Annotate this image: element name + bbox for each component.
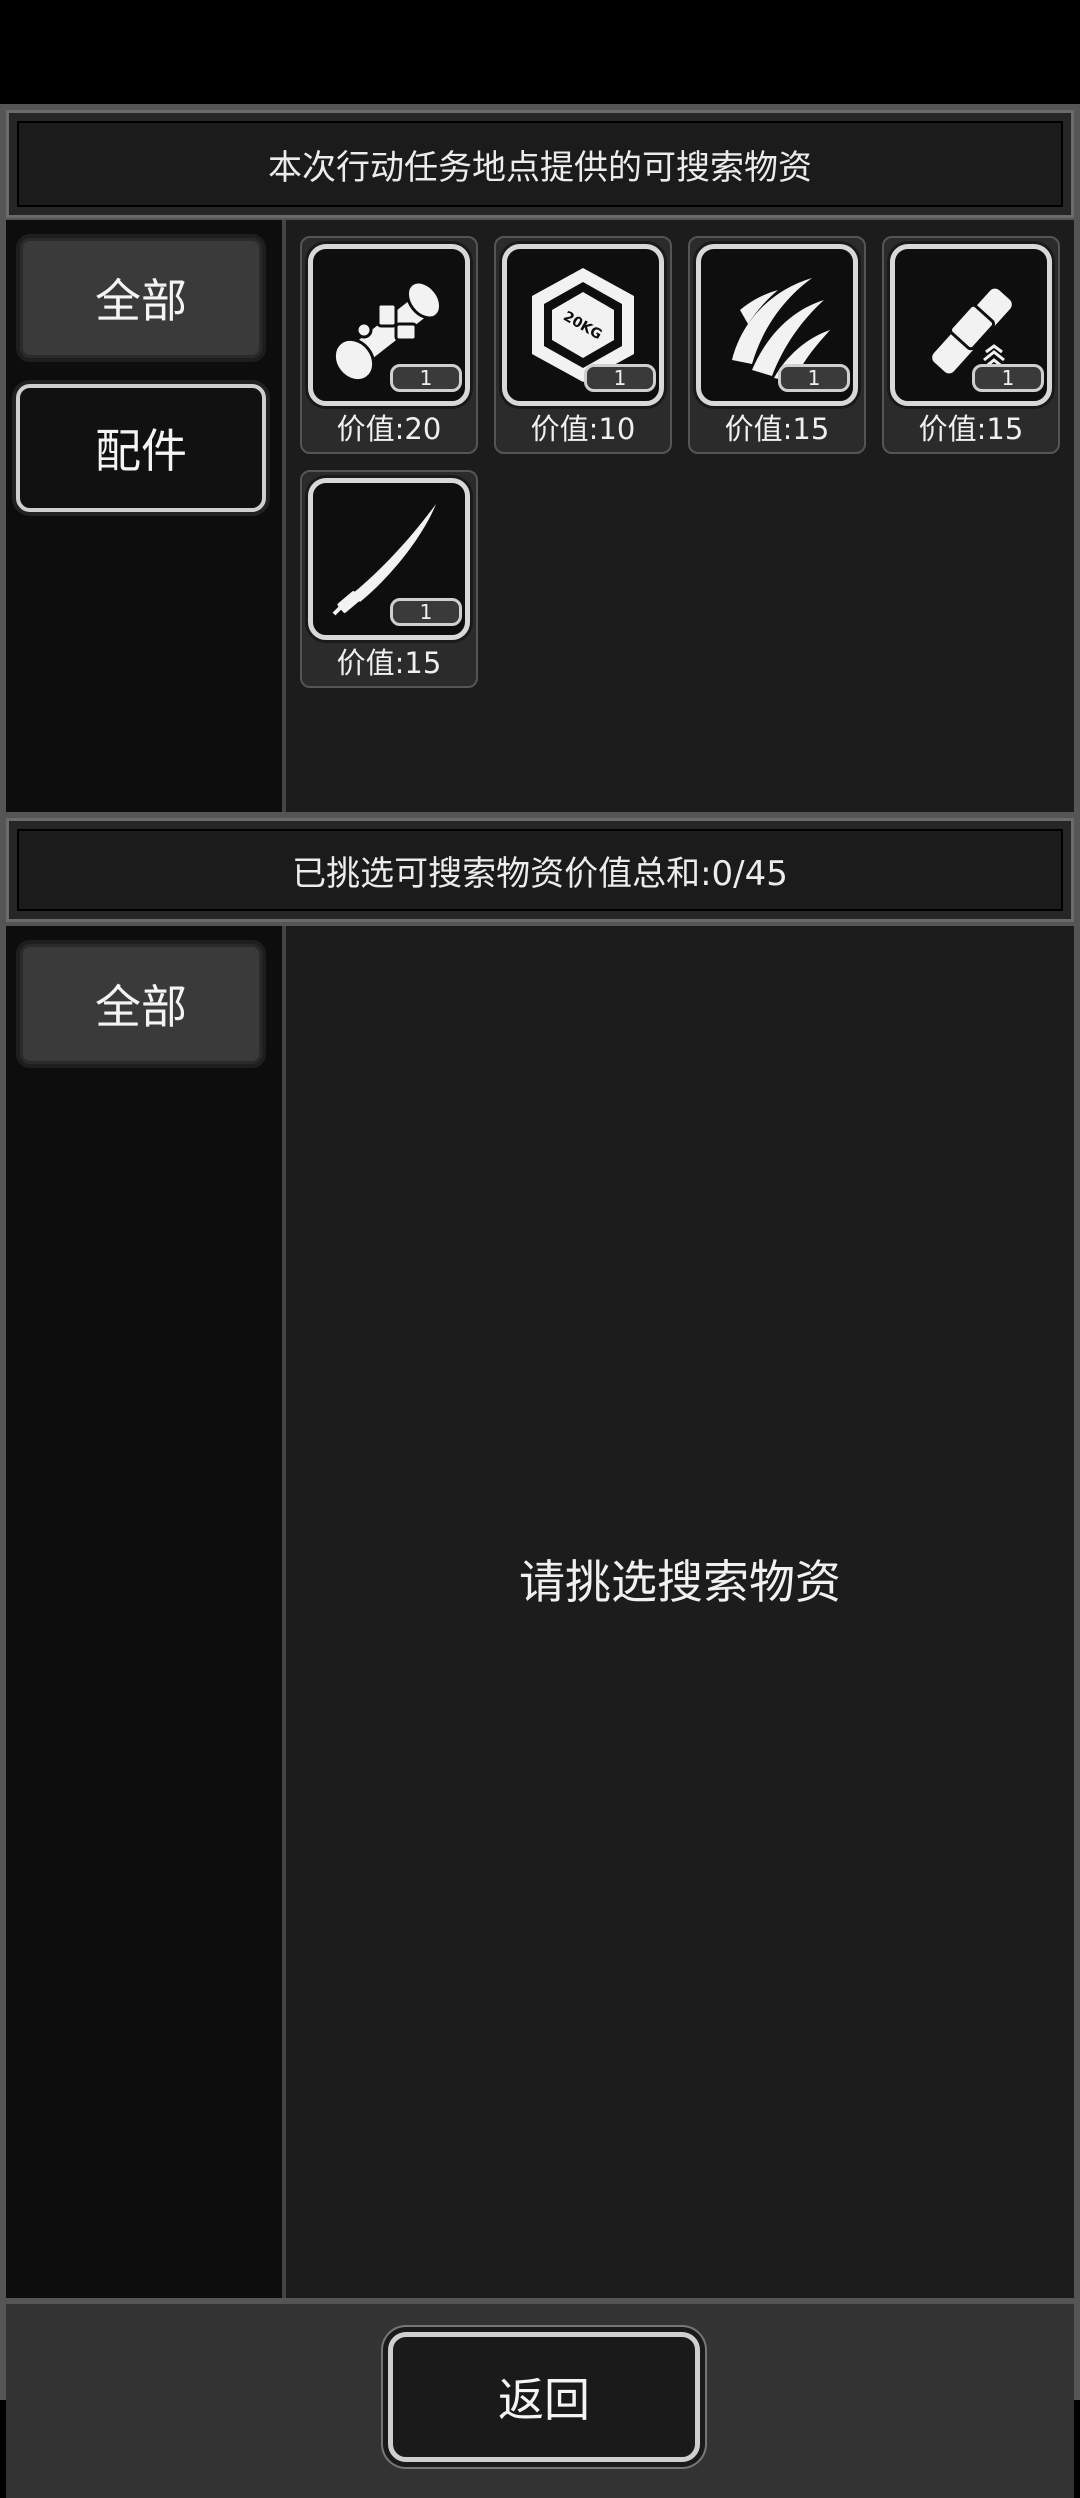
item-quantity: 1 bbox=[778, 364, 850, 392]
supply-item[interactable]: 1 价值:15 bbox=[882, 236, 1060, 454]
item-quantity: 1 bbox=[390, 598, 462, 626]
supply-item[interactable]: 20KG 1 价值:10 bbox=[494, 236, 672, 454]
selected-supplies-area: 请挑选搜索物资 bbox=[286, 926, 1074, 2298]
available-supplies-header: 本次行动任务地点提供的可搜索物资 bbox=[6, 110, 1074, 218]
item-value: 价值:15 bbox=[918, 412, 1024, 446]
item-value: 价值:15 bbox=[724, 412, 830, 446]
supply-item[interactable]: 1 价值:15 bbox=[688, 236, 866, 454]
supply-item[interactable]: 1 价值:15 bbox=[300, 470, 478, 688]
item-quantity: 1 bbox=[972, 364, 1044, 392]
item-quantity: 1 bbox=[584, 364, 656, 392]
selected-supplies-header: 已挑选可搜索物资价值总和:0/45 bbox=[6, 818, 1074, 922]
item-value: 价值:20 bbox=[336, 412, 442, 446]
tab-attachments[interactable]: 配件 bbox=[16, 384, 266, 512]
back-button[interactable]: 返回 bbox=[388, 2332, 700, 2462]
selected-value-total: 已挑选可搜索物资价值总和:0/45 bbox=[17, 829, 1063, 911]
item-value: 价值:15 bbox=[336, 646, 442, 680]
category-sidebar: 全部 配件 bbox=[6, 220, 286, 812]
selected-supplies-panel: 全部 请挑选搜索物资 bbox=[6, 926, 1074, 2298]
supply-item[interactable]: 1 价值:20 bbox=[300, 236, 478, 454]
tab-all[interactable]: 全部 bbox=[16, 234, 266, 362]
selected-category-sidebar: 全部 bbox=[6, 926, 286, 2298]
available-supplies-title: 本次行动任务地点提供的可搜索物资 bbox=[17, 121, 1063, 207]
available-supplies-panel: 全部 配件 1 价值:20 20KG 1 价值:10 1 价值:15 1 价值:… bbox=[6, 220, 1074, 812]
game-frame: 本次行动任务地点提供的可搜索物资 全部 配件 1 价值:20 20KG 1 价值… bbox=[0, 104, 1080, 2498]
item-quantity: 1 bbox=[390, 364, 462, 392]
item-value: 价值:10 bbox=[530, 412, 636, 446]
tab-all-selected[interactable]: 全部 bbox=[16, 940, 266, 1068]
empty-selection-message: 请挑选搜索物资 bbox=[519, 1555, 841, 1609]
footer-bar: 返回 bbox=[6, 2304, 1074, 2498]
supplies-grid: 1 价值:20 20KG 1 价值:10 1 价值:15 1 价值:15 1 价… bbox=[286, 220, 1074, 812]
